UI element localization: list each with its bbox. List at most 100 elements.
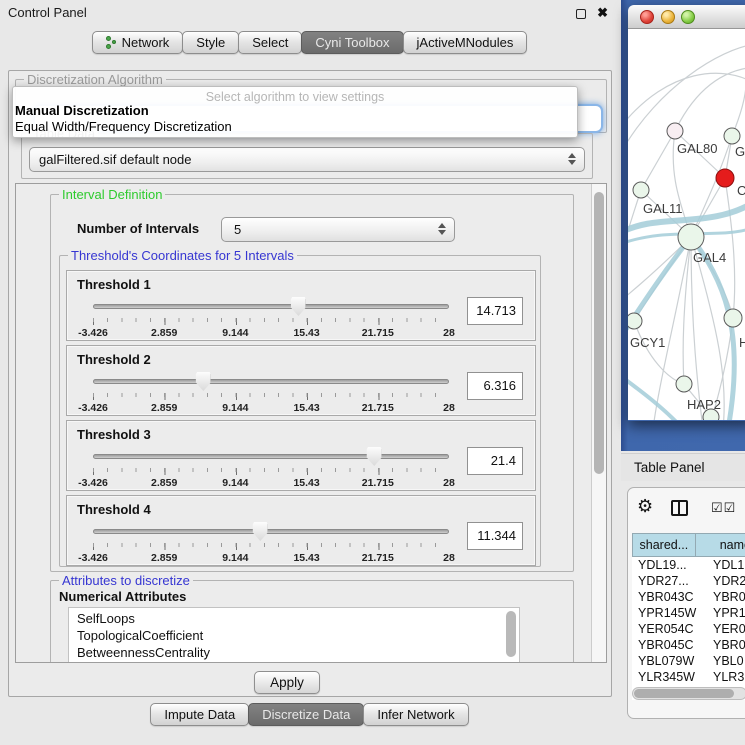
threshold-1-thumb[interactable] (291, 297, 306, 316)
cell[interactable]: YBL0 (709, 653, 745, 669)
threshold-1-value-field[interactable]: 14.713 (467, 297, 523, 325)
tab-infer-network-label: Infer Network (377, 704, 454, 725)
numerical-attributes-list[interactable]: SelfLoops TopologicalCoefficient Between… (68, 607, 520, 663)
table-row[interactable]: YBR043CYBR0 (632, 589, 745, 605)
top-tabbar: Network Style Select Cyni Toolbox jActiv… (0, 31, 620, 54)
cell[interactable]: YBL079W (632, 653, 709, 669)
threshold-1-label: Threshold 1 (77, 277, 151, 292)
cell[interactable]: YBR0 (709, 589, 745, 605)
tab-infer-network[interactable]: Infer Network (363, 703, 468, 726)
node-label-partial-c: C (737, 183, 745, 198)
threshold-3-box: Threshold 3 -3.426 2.859 9.144 (66, 420, 536, 491)
table-data-combobox[interactable]: galFiltered.sif default node (29, 147, 585, 172)
scale-label: 21.715 (362, 402, 394, 414)
list-item[interactable]: SelfLoops (77, 610, 519, 627)
dropdown-prompt: Select algorithm to view settings (13, 87, 577, 103)
cell[interactable]: YPR145W (632, 605, 709, 621)
apply-button[interactable]: Apply (254, 671, 320, 694)
node-hap2[interactable] (676, 376, 692, 392)
threshold-3-slider[interactable]: -3.426 2.859 9.144 15.43 21.715 28 (93, 451, 449, 491)
cell[interactable]: YDL1 (709, 557, 745, 573)
threshold-2-value-field[interactable]: 6.316 (467, 372, 523, 400)
scrollbar-thumb[interactable] (634, 689, 734, 698)
tab-network[interactable]: Network (92, 31, 184, 54)
list-scrollbar[interactable] (506, 611, 516, 657)
table-row[interactable]: YDR27...YDR2 (632, 573, 745, 589)
tab-cyni-toolbox[interactable]: Cyni Toolbox (301, 31, 403, 54)
table-row[interactable]: YDL19...YDL1 (632, 557, 745, 573)
cell[interactable]: YER0 (709, 621, 745, 637)
horizontal-scrollbar[interactable] (632, 687, 745, 700)
scale-label: 21.715 (362, 327, 394, 339)
threshold-3-value-field[interactable]: 21.4 (467, 447, 523, 475)
threshold-2-thumb[interactable] (196, 372, 211, 391)
tab-select[interactable]: Select (238, 31, 302, 54)
cell[interactable]: YBR045C (632, 637, 709, 653)
cell[interactable]: YER054C (632, 621, 709, 637)
interval-definition-group: Interval Definition Number of Intervals … (50, 194, 574, 572)
tab-style[interactable]: Style (182, 31, 239, 54)
number-of-intervals-spinner[interactable]: 5 (221, 217, 455, 242)
tab-cyni-toolbox-label: Cyni Toolbox (315, 32, 389, 53)
dropdown-option-manual[interactable]: Manual Discretization (13, 103, 577, 119)
node-red-highlight[interactable] (716, 169, 734, 187)
threshold-2-slider[interactable]: -3.426 2.859 9.144 15.43 21.715 28 (93, 376, 449, 416)
control-panel-titlebar: Control Panel ✖ (0, 0, 620, 26)
scale-label: 21.715 (362, 477, 394, 489)
network-window-frame: GAL80 GA C GAL11 GAL4 GCY1 H HAP2 (621, 0, 745, 451)
threshold-4-value-field[interactable]: 11.344 (467, 522, 523, 550)
table-row[interactable]: YPR145WYPR1 (632, 605, 745, 621)
scrollbar-thumb[interactable] (594, 192, 604, 474)
scale-label: 2.859 (151, 327, 177, 339)
tab-jactivemnodules[interactable]: jActiveMNodules (403, 31, 528, 54)
threshold-3-thumb[interactable] (367, 447, 382, 466)
scale-label: -3.426 (78, 477, 108, 489)
node-gcy1[interactable] (628, 313, 642, 329)
node-h[interactable] (724, 309, 742, 327)
tab-discretize-data[interactable]: Discretize Data (248, 703, 364, 726)
zoom-traffic-light-icon[interactable] (681, 10, 695, 24)
panel-title: Control Panel (8, 5, 87, 20)
cell[interactable]: YLR345W (632, 669, 709, 685)
table-row[interactable]: YLR345WYLR3 (632, 669, 745, 685)
dropdown-option-equal-width[interactable]: Equal Width/Frequency Discretization (13, 119, 577, 135)
cell[interactable]: YBR0 (709, 637, 745, 653)
cell[interactable]: YLR3 (709, 669, 745, 685)
threshold-1-slider[interactable]: -3.426 2.859 9.144 15.43 21.715 28 (93, 301, 449, 341)
node-gal80[interactable] (667, 123, 683, 139)
thresholds-group: Threshold's Coordinates for 5 Intervals … (59, 255, 541, 567)
list-item[interactable]: BetweennessCentrality (77, 644, 519, 661)
column-header-shared[interactable]: shared... (632, 533, 696, 557)
float-window-icon[interactable] (576, 9, 586, 19)
cell[interactable]: YBR043C (632, 589, 709, 605)
checkbox-icons[interactable]: ☑☑ (711, 500, 736, 516)
vertical-scrollbar[interactable] (591, 184, 606, 662)
split-view-icon[interactable] (671, 500, 688, 516)
network-window[interactable]: GAL80 GA C GAL11 GAL4 GCY1 H HAP2 (628, 5, 745, 421)
algorithm-dropdown-popup: Select algorithm to view settings Manual… (12, 86, 578, 138)
node-gal11[interactable] (633, 182, 649, 198)
threshold-4-thumb[interactable] (253, 522, 268, 541)
tab-discretize-data-label: Discretize Data (262, 704, 350, 725)
cell[interactable]: YDR2 (709, 573, 745, 589)
cell[interactable]: YDR27... (632, 573, 709, 589)
minimize-traffic-light-icon[interactable] (661, 10, 675, 24)
list-item[interactable]: TopologicalCoefficient (77, 627, 519, 644)
table-row[interactable]: YER054CYER0 (632, 621, 745, 637)
network-window-titlebar[interactable] (628, 5, 745, 29)
attributes-group-label: Attributes to discretize (59, 573, 193, 588)
node-partial-top[interactable] (724, 128, 740, 144)
tab-impute-data[interactable]: Impute Data (150, 703, 249, 726)
cell[interactable]: YPR1 (709, 605, 745, 621)
control-panel: Control Panel ✖ Network Style Select Cyn… (0, 0, 620, 745)
node-gal4[interactable] (678, 224, 704, 250)
close-icon[interactable]: ✖ (597, 5, 608, 21)
threshold-4-slider[interactable]: -3.426 2.859 9.144 15.43 21.715 28 (93, 526, 449, 566)
cell[interactable]: YDL19... (632, 557, 709, 573)
column-header-name[interactable]: name (696, 533, 745, 557)
network-canvas[interactable]: GAL80 GA C GAL11 GAL4 GCY1 H HAP2 (628, 29, 745, 420)
table-row[interactable]: YBR045CYBR0 (632, 637, 745, 653)
close-traffic-light-icon[interactable] (640, 10, 654, 24)
gear-icon[interactable]: ⚙ (637, 497, 653, 515)
table-row[interactable]: YBL079WYBL0 (632, 653, 745, 669)
